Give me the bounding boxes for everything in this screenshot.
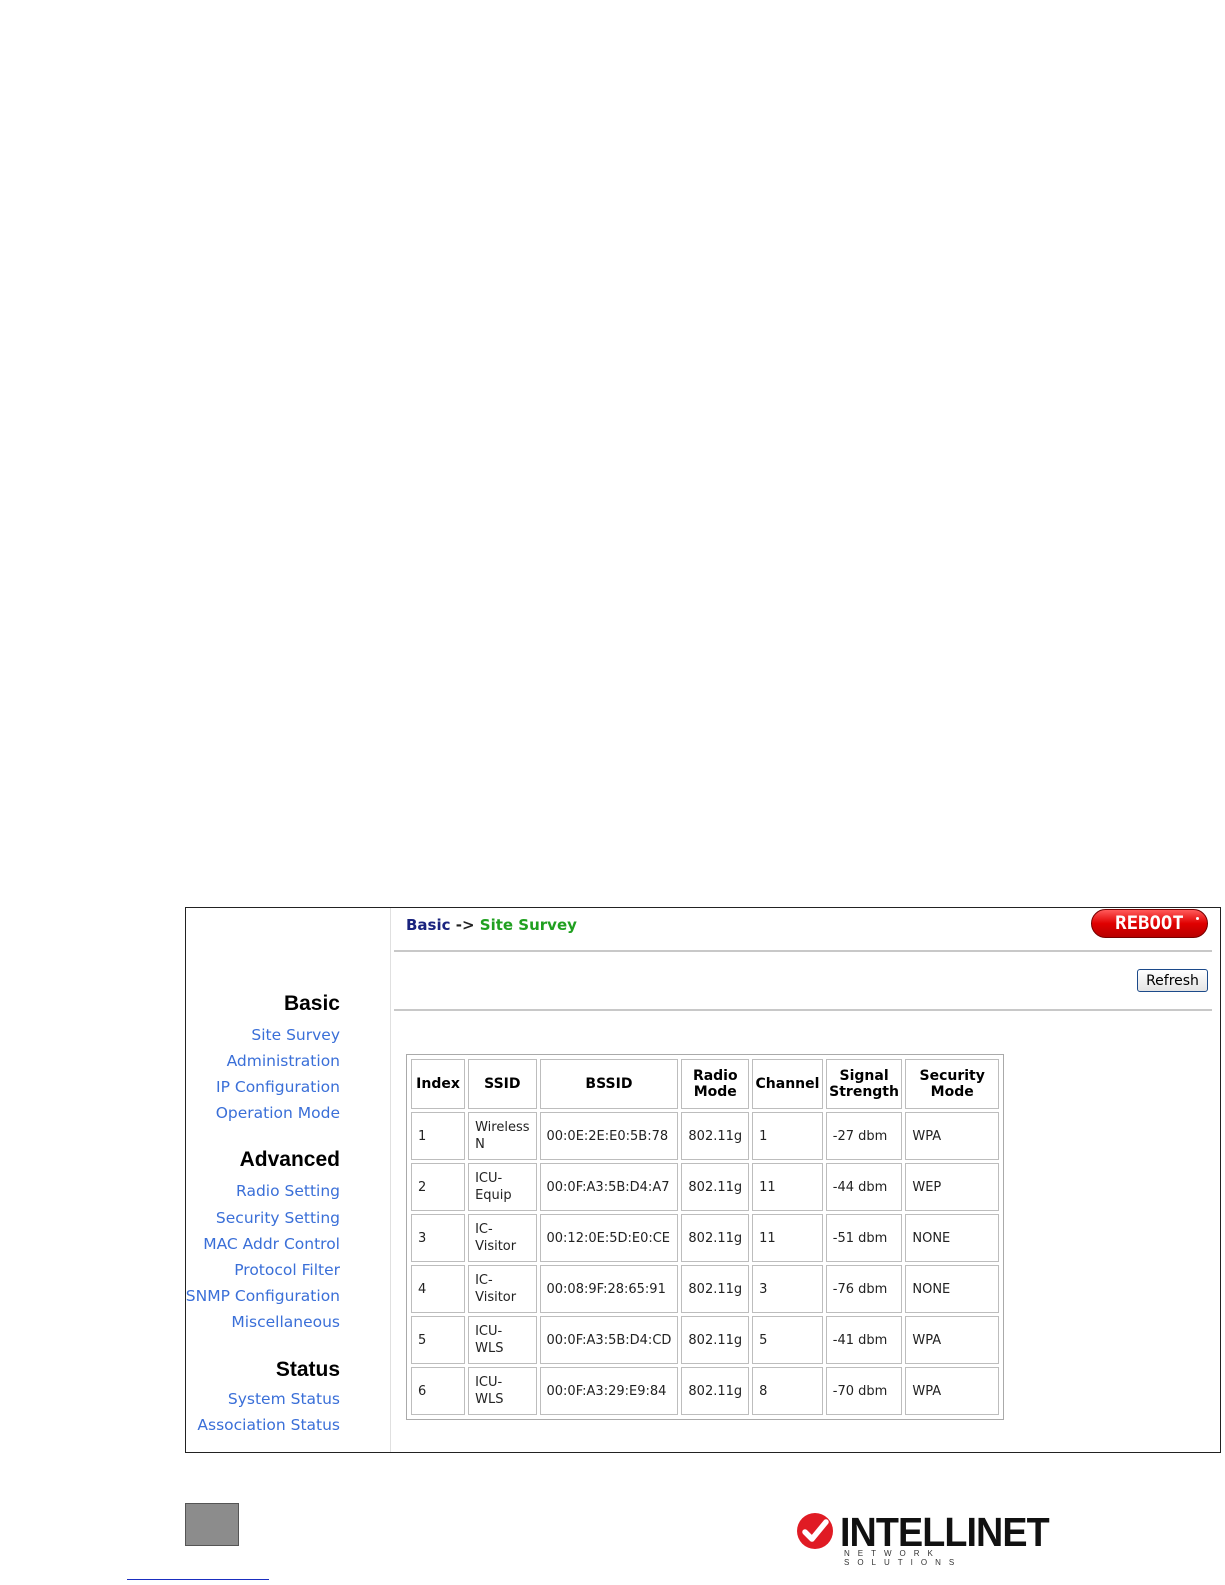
cell-security-mode: WEP (905, 1163, 999, 1211)
cell-security-mode: WPA (905, 1316, 999, 1364)
breadcrumb-separator: -> (455, 916, 475, 934)
sidebar-item-radio-setting[interactable]: Radio Setting (236, 1182, 340, 1200)
cell-channel: 8 (752, 1367, 823, 1415)
table-row: 2 ICU-Equip 00:0F:A3:5B:D4:A7 802.11g 11… (411, 1163, 999, 1211)
reboot-highlight-icon (1196, 917, 1199, 920)
cell-security-mode: WPA (905, 1112, 999, 1160)
cell-radio-mode: 802.11g (681, 1163, 750, 1211)
sidebar-item-security-setting[interactable]: Security Setting (216, 1209, 340, 1227)
sidebar-item-site-survey[interactable]: Site Survey (251, 1026, 340, 1044)
reboot-button[interactable]: REBOOT (1091, 909, 1208, 938)
cell-index: 3 (411, 1214, 466, 1262)
logo-tagline: NETWORK SOLUTIONS (844, 1549, 963, 1567)
cell-signal-strength: -44 dbm (825, 1163, 903, 1211)
breadcrumb-current: Site Survey (479, 916, 577, 934)
cell-index: 1 (411, 1112, 466, 1160)
col-header-channel: Channel (752, 1059, 823, 1109)
breadcrumb: Basic -> Site Survey (406, 916, 577, 934)
cell-bssid: 00:0F:A3:5B:D4:A7 (539, 1163, 679, 1211)
col-header-security-mode: Security Mode (905, 1059, 999, 1109)
cell-signal-strength: -70 dbm (825, 1367, 903, 1415)
cell-bssid: 00:12:0E:5D:E0:CE (539, 1214, 679, 1262)
page-number-box (185, 1503, 239, 1546)
intellinet-logo: INTELLINET NETWORK SOLUTIONS (797, 1509, 1050, 1567)
col-header-signal-strength: Signal Strength (825, 1059, 903, 1109)
cell-radio-mode: 802.11g (681, 1316, 750, 1364)
refresh-button[interactable]: Refresh (1137, 969, 1208, 992)
check-circle-icon (797, 1513, 833, 1549)
site-survey-table: Index SSID BSSID Radio Mode Channel Sign… (408, 1056, 1002, 1418)
cell-index: 2 (411, 1163, 466, 1211)
cell-signal-strength: -76 dbm (825, 1265, 903, 1313)
sidebar-item-protocol-filter[interactable]: Protocol Filter (234, 1261, 340, 1279)
site-survey-table-wrapper: Index SSID BSSID Radio Mode Channel Sign… (406, 1054, 1004, 1420)
cell-channel: 11 (752, 1214, 823, 1262)
main-content: Basic -> Site Survey REBOOT Refresh Inde… (391, 908, 1220, 1452)
sidebar-item-operation-mode[interactable]: Operation Mode (216, 1104, 340, 1122)
sidebar-item-administration[interactable]: Administration (227, 1052, 340, 1070)
cell-bssid: 00:0F:A3:29:E9:84 (539, 1367, 679, 1415)
cell-radio-mode: 802.11g (681, 1112, 750, 1160)
breadcrumb-basic[interactable]: Basic (406, 916, 451, 934)
cell-security-mode: NONE (905, 1265, 999, 1313)
table-header-row: Index SSID BSSID Radio Mode Channel Sign… (411, 1059, 999, 1109)
cell-bssid: 00:08:9F:28:65:91 (539, 1265, 679, 1313)
sidebar-section-advanced: Advanced (239, 1148, 340, 1171)
table-row: 3 IC-Visitor 00:12:0E:5D:E0:CE 802.11g 1… (411, 1214, 999, 1262)
cell-ssid: IC-Visitor (468, 1214, 537, 1262)
sidebar: Basic Site Survey Administration IP Conf… (186, 908, 391, 1452)
cell-channel: 3 (752, 1265, 823, 1313)
sidebar-item-mac-addr-control[interactable]: MAC Addr Control (203, 1235, 340, 1253)
cell-ssid: ICU-WLS (468, 1367, 537, 1415)
router-ui-screenshot: Basic Site Survey Administration IP Conf… (185, 907, 1221, 1453)
cell-security-mode: NONE (905, 1214, 999, 1262)
cell-ssid: ICU-WLS (468, 1316, 537, 1364)
cell-signal-strength: -51 dbm (825, 1214, 903, 1262)
sidebar-item-system-status[interactable]: System Status (228, 1390, 340, 1408)
sidebar-item-snmp-configuration[interactable]: SNMP Configuration (186, 1287, 340, 1305)
cell-ssid: IC-Visitor (468, 1265, 537, 1313)
sidebar-item-ip-configuration[interactable]: IP Configuration (216, 1078, 340, 1096)
cell-radio-mode: 802.11g (681, 1265, 750, 1313)
col-header-bssid: BSSID (539, 1059, 679, 1109)
cell-bssid: 00:0F:A3:5B:D4:CD (539, 1316, 679, 1364)
table-row: 5 ICU-WLS 00:0F:A3:5B:D4:CD 802.11g 5 -4… (411, 1316, 999, 1364)
cell-signal-strength: -27 dbm (825, 1112, 903, 1160)
cell-channel: 5 (752, 1316, 823, 1364)
sidebar-section-basic: Basic (283, 992, 340, 1015)
cell-index: 4 (411, 1265, 466, 1313)
col-header-index: Index (411, 1059, 466, 1109)
cell-security-mode: WPA (905, 1367, 999, 1415)
cell-index: 6 (411, 1367, 466, 1415)
cell-ssid: Wireless N (468, 1112, 537, 1160)
sidebar-section-status: Status (275, 1358, 340, 1381)
col-header-radio-mode: Radio Mode (681, 1059, 750, 1109)
table-row: 4 IC-Visitor 00:08:9F:28:65:91 802.11g 3… (411, 1265, 999, 1313)
cell-index: 5 (411, 1316, 466, 1364)
table-row: 1 Wireless N 00:0E:2E:E0:5B:78 802.11g 1… (411, 1112, 999, 1160)
sidebar-item-association-status[interactable]: Association Status (197, 1416, 340, 1434)
reboot-label: REBOOT (1115, 912, 1184, 934)
cell-channel: 1 (752, 1112, 823, 1160)
footer-link-underline (127, 1579, 269, 1580)
divider-top (394, 950, 1212, 952)
col-header-ssid: SSID (468, 1059, 537, 1109)
cell-ssid: ICU-Equip (468, 1163, 537, 1211)
divider-bottom (394, 1009, 1212, 1011)
cell-radio-mode: 802.11g (681, 1367, 750, 1415)
cell-signal-strength: -41 dbm (825, 1316, 903, 1364)
cell-bssid: 00:0E:2E:E0:5B:78 (539, 1112, 679, 1160)
sidebar-item-miscellaneous[interactable]: Miscellaneous (231, 1313, 340, 1331)
cell-channel: 11 (752, 1163, 823, 1211)
table-row: 6 ICU-WLS 00:0F:A3:29:E9:84 802.11g 8 -7… (411, 1367, 999, 1415)
cell-radio-mode: 802.11g (681, 1214, 750, 1262)
